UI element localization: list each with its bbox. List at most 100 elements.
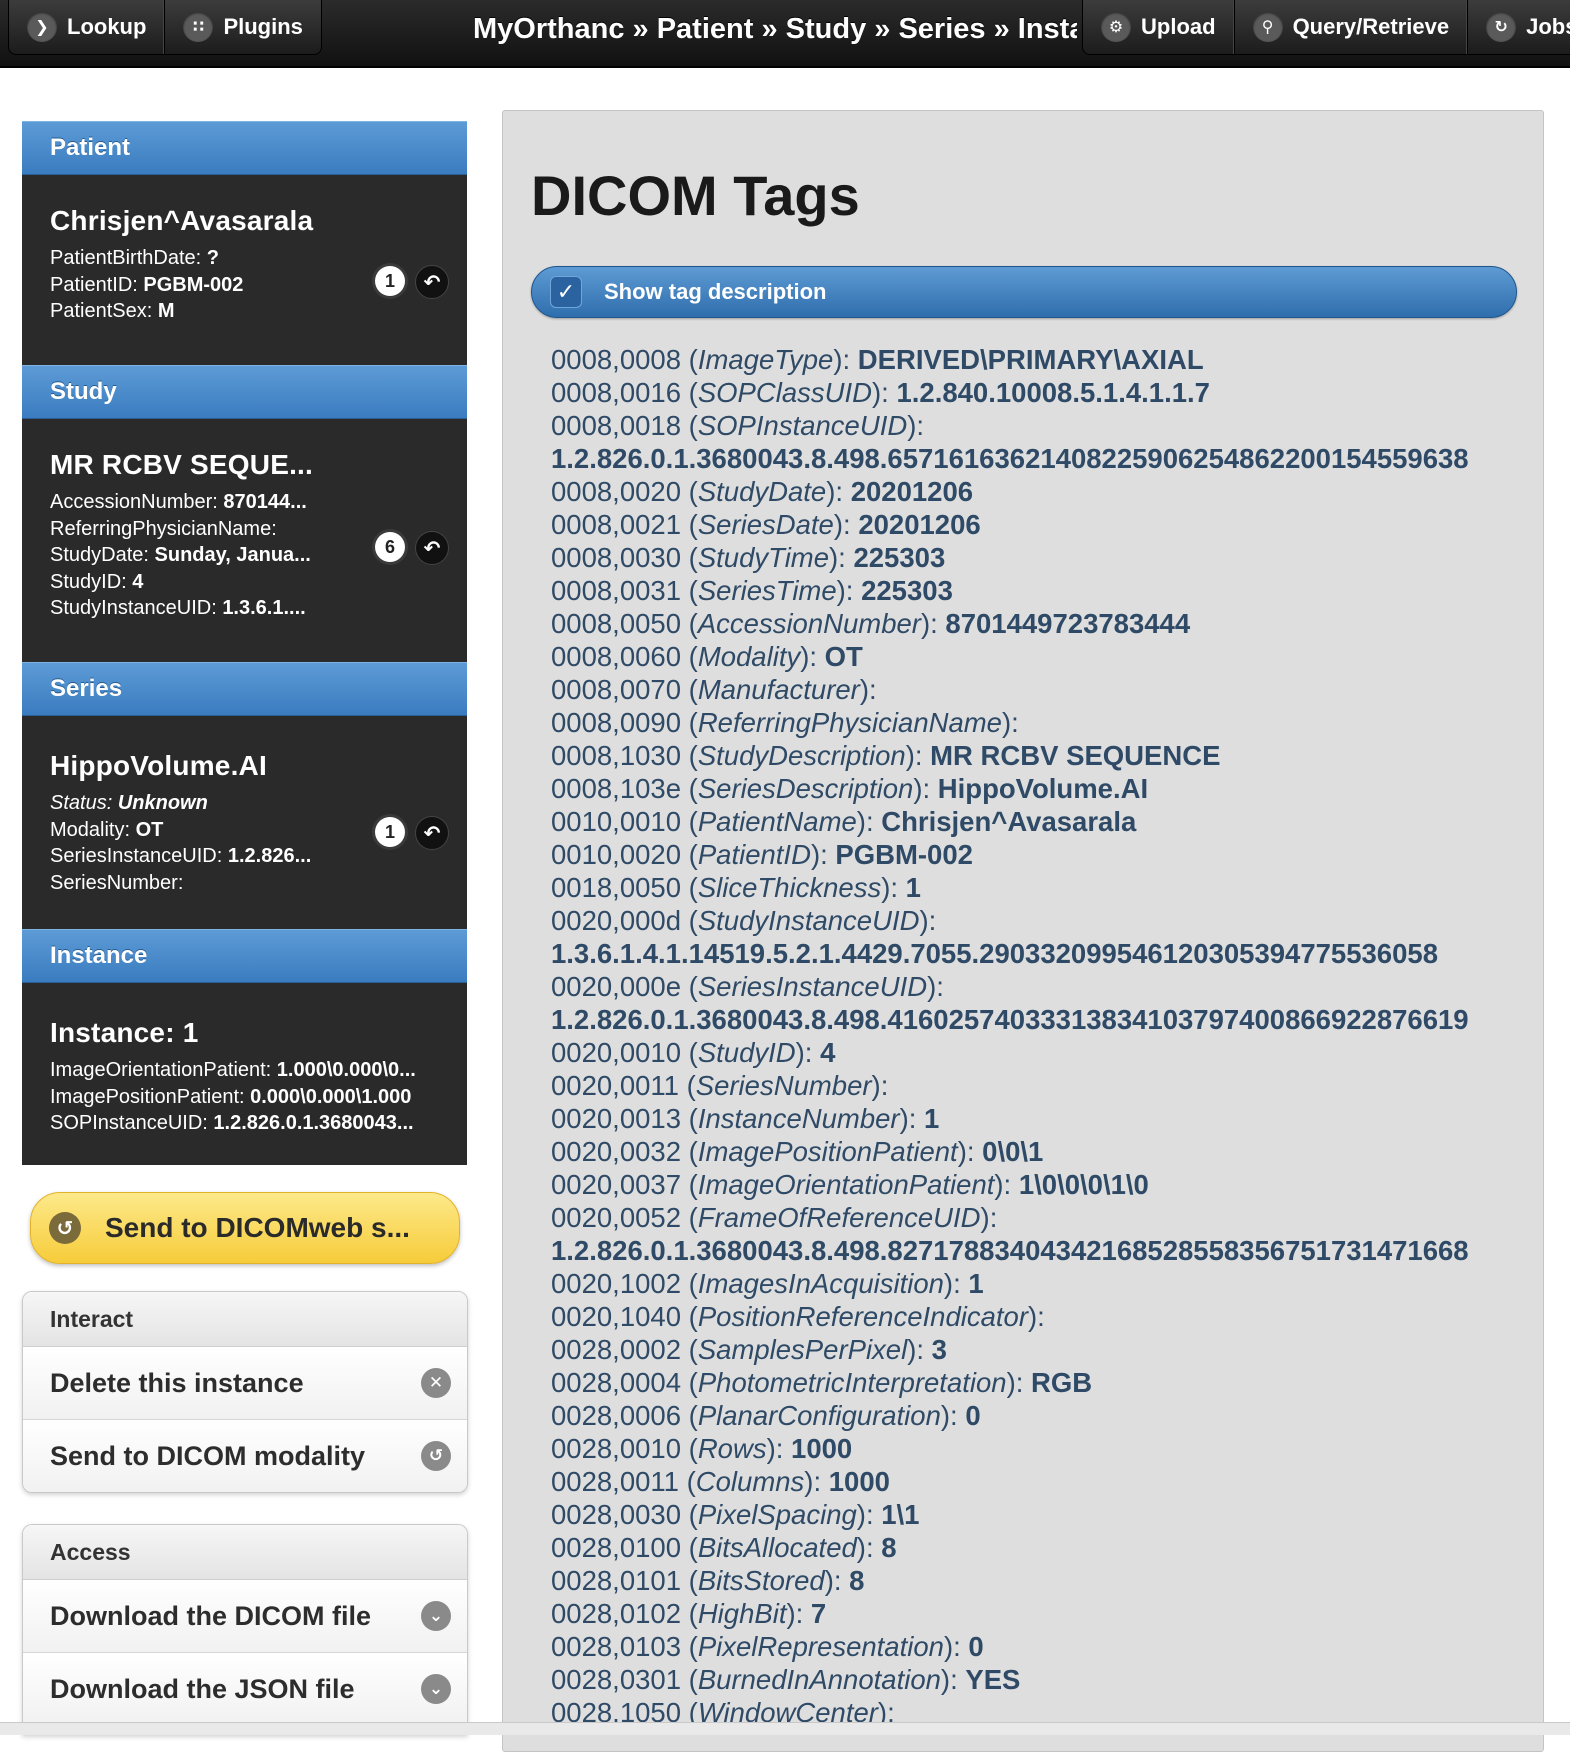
query-retrieve-button[interactable]: ⚲ Query/Retrieve <box>1235 0 1469 54</box>
tag-name: PatientName <box>697 806 857 837</box>
tag-id: 0010,0010 <box>551 806 681 837</box>
tag-id: 0020,0013 <box>551 1103 681 1134</box>
study-card[interactable]: MR RCBV SEQUE... AccessionNumber: 870144… <box>22 419 467 662</box>
breadcrumb-title: MyOrthanc » Patient » Study » Series » I… <box>473 13 1077 45</box>
series-back-button[interactable]: ↶ <box>415 816 449 850</box>
dicom-tags-title: DICOM Tags <box>531 164 860 227</box>
tag-name: ImageType <box>697 344 834 375</box>
study-date-line: StudyDate: Sunday, Janua... <box>50 544 311 566</box>
instance-title: Instance: 1 <box>50 1017 199 1048</box>
tag-value: 1000 <box>791 1433 853 1464</box>
dicom-tag-value-row: 1.2.826.0.1.3680043.8.498.41602574033313… <box>551 1003 1531 1036</box>
tag-value: 8 <box>849 1565 865 1596</box>
dicom-tag-row: 0020,0013 (InstanceNumber): 1 <box>551 1103 940 1134</box>
tag-name: Columns <box>695 1466 805 1497</box>
study-count-badge: 6 <box>375 532 405 562</box>
study-card-header: Study <box>22 365 467 419</box>
tag-value: 225303 <box>861 575 953 606</box>
tag-id: 0020,0010 <box>551 1037 681 1068</box>
dicom-tag-row: 0028,0301 (BurnedInAnnotation): YES <box>551 1664 1021 1695</box>
plugins-label: Plugins <box>223 14 303 39</box>
tag-id: 0028,0102 <box>551 1598 681 1629</box>
send-to-modality-label: Send to DICOM modality <box>50 1441 366 1471</box>
tag-id: 0008,0018 <box>551 410 681 441</box>
interact-panel: Interact Delete this instance ✕ Send to … <box>22 1291 468 1493</box>
series-card-header: Series <box>22 662 467 716</box>
tag-id: 0008,0021 <box>551 509 681 540</box>
send-to-modality-button[interactable]: Send to DICOM modality ↺ <box>23 1420 467 1492</box>
delete-icon: ✕ <box>421 1368 451 1398</box>
tag-value: 0\0\1 <box>982 1136 1044 1167</box>
tag-name: SeriesTime <box>697 575 837 606</box>
tag-value: 1000 <box>828 1466 890 1497</box>
study-back-button[interactable]: ↶ <box>415 531 449 565</box>
tag-name: ImageOrientationPatient <box>697 1169 995 1200</box>
bottom-scrollbar[interactable] <box>0 1722 1570 1735</box>
dicom-tag-row: 0028,0102 (HighBit): 7 <box>551 1598 827 1629</box>
plugins-button[interactable]: ∷ Plugins <box>165 0 320 54</box>
tag-id: 0028,0100 <box>551 1532 681 1563</box>
dicom-tag-row: 0008,0021 (SeriesDate): 20201206 <box>551 509 981 540</box>
patient-back-button[interactable]: ↶ <box>415 265 449 299</box>
lookup-label: Lookup <box>67 14 147 39</box>
tag-name: SeriesDate <box>697 509 834 540</box>
tag-value: 0 <box>968 1631 984 1662</box>
download-dicom-button[interactable]: Download the DICOM file ⌄ <box>23 1580 467 1653</box>
tag-name: ReferringPhysicianName <box>697 707 1002 738</box>
tag-value: 1.2.826.0.1.3680043.8.498.82717883404342… <box>551 1235 1469 1266</box>
tag-value: PGBM-002 <box>835 839 973 870</box>
tag-id: 0020,0037 <box>551 1169 681 1200</box>
tag-value: 7 <box>810 1598 827 1629</box>
dicom-tag-row: 0028,0030 (PixelSpacing): 1\1 <box>551 1499 920 1530</box>
tag-name: Manufacturer <box>697 674 860 705</box>
tag-name: PixelRepresentation <box>697 1631 944 1662</box>
send-to-dicomweb-button[interactable]: ↺ Send to DICOMweb s... <box>30 1192 460 1264</box>
tag-value: 1\1 <box>881 1499 920 1530</box>
study-accession-line: AccessionNumber: 870144... <box>50 491 307 513</box>
instance-card-header: Instance <box>22 929 467 983</box>
delete-instance-button[interactable]: Delete this instance ✕ <box>23 1347 467 1420</box>
send-icon: ↺ <box>421 1441 451 1471</box>
series-card[interactable]: HippoVolume.AI Status: Unknown Modality:… <box>22 716 467 929</box>
series-modality-line: Modality: OT <box>50 818 164 841</box>
tag-name: PatientID <box>697 839 811 870</box>
tag-value: 8 <box>881 1532 897 1563</box>
dicom-tag-row: 0020,000e (SeriesInstanceUID): <box>551 971 944 1002</box>
dicom-tag-row: 0008,0016 (SOPClassUID): 1.2.840.10008.5… <box>551 377 1210 408</box>
tag-name: SOPInstanceUID <box>697 410 908 441</box>
tag-value: 1 <box>924 1103 940 1134</box>
show-tag-description-toggle[interactable]: ✓ Show tag description <box>531 266 1517 318</box>
query-retrieve-label: Query/Retrieve <box>1292 14 1450 39</box>
instance-card: Instance: 1 ImageOrientationPatient: 1.0… <box>22 983 467 1165</box>
lookup-button[interactable]: ❯ Lookup <box>9 0 166 54</box>
return-icon: ↶ <box>423 271 441 294</box>
dicom-tag-row: 0028,0103 (PixelRepresentation): 0 <box>551 1631 984 1662</box>
tag-id: 0008,0008 <box>551 344 681 375</box>
download-json-button[interactable]: Download the JSON file ⌄ <box>23 1653 467 1725</box>
upload-button[interactable]: ⚙ Upload <box>1083 0 1235 54</box>
interact-header: Interact <box>23 1292 467 1347</box>
dicom-tag-row: 0008,103e (SeriesDescription): HippoVolu… <box>551 773 1149 804</box>
download-json-label: Download the JSON file <box>50 1674 355 1704</box>
patient-card[interactable]: Chrisjen^Avasarala PatientBirthDate: ? P… <box>22 175 467 365</box>
tag-id: 0018,0050 <box>551 872 681 903</box>
tag-name: HighBit <box>697 1598 787 1629</box>
return-icon: ↶ <box>423 822 441 845</box>
tag-value: DERIVED\PRIMARY\AXIAL <box>857 344 1204 375</box>
tag-name: SamplesPerPixel <box>697 1334 908 1365</box>
patient-name: Chrisjen^Avasarala <box>50 205 314 236</box>
jobs-label: Jobs <box>1526 14 1570 39</box>
tag-name: PositionReferenceIndicator <box>697 1301 1029 1332</box>
dicom-tag-row: 0028,0011 (Columns): 1000 <box>551 1466 890 1497</box>
instance-position-line: ImagePositionPatient: 0.000\0.000\1.000 <box>50 1085 412 1108</box>
resource-hierarchy: Patient Chrisjen^Avasarala PatientBirthD… <box>22 121 467 1165</box>
tag-value: 1\0\0\0\1\0 <box>1018 1169 1149 1200</box>
dicom-tag-row: 0020,0011 (SeriesNumber): <box>551 1070 889 1101</box>
checkmark-icon[interactable]: ✓ <box>550 276 582 308</box>
gear-icon: ⚙ <box>1101 12 1131 42</box>
tag-value: 3 <box>931 1334 947 1365</box>
tag-name: ImagesInAcquisition <box>697 1268 944 1299</box>
jobs-button[interactable]: ↻ Jobs <box>1468 0 1570 54</box>
instance-orientation-line: ImageOrientationPatient: 1.000\0.000\0..… <box>50 1059 416 1081</box>
chevron-down-icon: ⌄ <box>421 1674 451 1704</box>
